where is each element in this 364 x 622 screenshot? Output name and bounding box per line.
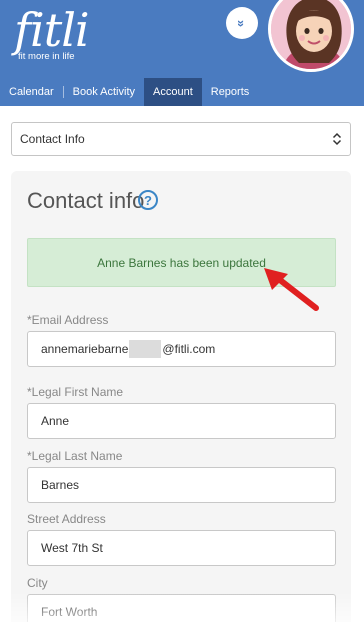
street-address-label: Street Address (27, 512, 106, 526)
city-label: City (27, 576, 48, 590)
nav-tab-book-activity[interactable]: Book Activity (64, 78, 144, 106)
fitli-logo[interactable]: fitli fit more in life (14, 3, 90, 62)
logo-wordmark: fitli (14, 3, 90, 57)
select-updown-icon (332, 132, 342, 146)
city-value: Fort Worth (41, 605, 98, 619)
last-name-field[interactable]: Barnes (27, 467, 336, 503)
expand-menu-button[interactable]: » (226, 7, 258, 39)
street-address-field[interactable]: West 7th St (27, 530, 336, 566)
contact-info-card: Contact info ? Anne Barnes has been upda… (11, 171, 351, 622)
section-select-value: Contact Info (20, 132, 85, 146)
email-value-prefix: annemariebarne (41, 342, 129, 356)
card-title: Contact info (27, 188, 145, 213)
last-name-value: Barnes (41, 478, 80, 492)
email-label: *Email Address (27, 313, 109, 327)
email-value-suffix: @fitli.com (162, 342, 216, 356)
question-circle-icon[interactable]: ? (138, 190, 158, 210)
redaction-block (129, 340, 162, 358)
success-alert-message: Anne Barnes has been updated (97, 255, 266, 270)
email-field[interactable]: annemariebarne @fitli.com (27, 331, 336, 367)
nav-tab-account[interactable]: Account (144, 78, 202, 106)
red-arrow-annotation (264, 268, 319, 311)
first-name-value: Anne (41, 414, 70, 428)
nav-tab-calendar[interactable]: Calendar (0, 78, 63, 106)
user-avatar[interactable] (268, 0, 354, 72)
last-name-label: *Legal Last Name (27, 449, 123, 463)
city-field[interactable]: Fort Worth (27, 594, 336, 622)
avatar-illustration (271, 0, 351, 69)
street-address-value: West 7th St (41, 541, 103, 555)
main-nav: Calendar Book Activity Account Reports (0, 78, 364, 106)
chevron-double-down-icon: » (234, 19, 250, 27)
app-header: fitli fit more in life » Calendar Book A… (0, 0, 364, 106)
section-select[interactable]: Contact Info (11, 122, 351, 156)
first-name-label: *Legal First Name (27, 385, 124, 399)
first-name-field[interactable]: Anne (27, 403, 336, 439)
nav-tab-reports[interactable]: Reports (202, 78, 259, 106)
